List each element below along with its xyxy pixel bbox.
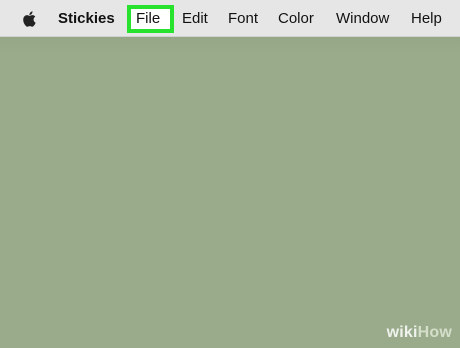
- watermark-wiki: wiki: [386, 324, 418, 341]
- desktop-background: [0, 37, 460, 348]
- watermark-how: How: [417, 324, 452, 341]
- menu-help[interactable]: Help: [411, 0, 442, 37]
- menu-color[interactable]: Color: [278, 0, 314, 37]
- menu-bar: Stickies File Edit Font Color Window Hel…: [0, 0, 460, 37]
- wikihow-watermark: wikiHow: [387, 324, 452, 342]
- menu-file[interactable]: File: [136, 0, 160, 37]
- menu-window[interactable]: Window: [336, 0, 389, 37]
- menu-edit[interactable]: Edit: [182, 0, 208, 37]
- apple-logo-icon[interactable]: [22, 10, 38, 28]
- menu-app-stickies[interactable]: Stickies: [58, 0, 115, 37]
- menu-font[interactable]: Font: [228, 0, 258, 37]
